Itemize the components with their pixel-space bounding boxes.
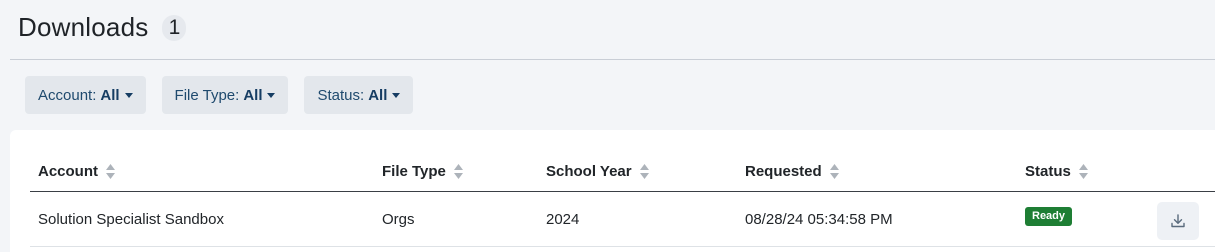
- account-filter-value: All: [100, 86, 120, 104]
- file-type-filter-value: All: [243, 86, 263, 104]
- header-divider: [10, 59, 1215, 60]
- file-type-filter-dropdown[interactable]: File Type: All: [161, 76, 289, 114]
- downloads-count-badge: 1: [162, 14, 187, 41]
- column-header-file-type[interactable]: File Type: [382, 163, 463, 180]
- status-filter-value: All: [368, 86, 388, 104]
- page-header: Downloads 1: [18, 12, 187, 43]
- caret-down-icon: [392, 92, 401, 98]
- downloads-table: Account File Type School Year Requested …: [30, 130, 1215, 247]
- table-header: Account File Type School Year Requested …: [30, 130, 1215, 192]
- download-button[interactable]: [1157, 202, 1199, 240]
- cell-requested: 08/28/24 05:34:58 PM: [745, 211, 893, 228]
- caret-down-icon: [124, 92, 133, 98]
- page-title: Downloads: [18, 12, 149, 42]
- cell-account: Solution Specialist Sandbox: [38, 211, 224, 228]
- sort-icon: [829, 164, 839, 179]
- sort-icon: [1078, 164, 1088, 179]
- download-icon: [1171, 214, 1185, 228]
- table-row: Solution Specialist Sandbox Orgs 2024 08…: [30, 192, 1215, 247]
- cell-file-type: Orgs: [382, 211, 415, 228]
- column-header-account[interactable]: Account: [38, 163, 115, 180]
- sort-icon: [106, 164, 115, 179]
- status-badge: Ready: [1025, 207, 1073, 226]
- column-header-school-year[interactable]: School Year: [546, 163, 649, 180]
- sort-icon: [639, 164, 649, 179]
- account-filter-label: Account:: [38, 86, 97, 104]
- sort-icon: [453, 164, 463, 179]
- column-header-requested[interactable]: Requested: [745, 163, 839, 180]
- column-header-status[interactable]: Status: [1025, 163, 1088, 180]
- caret-down-icon: [267, 92, 276, 98]
- status-filter-dropdown[interactable]: Status: All: [304, 76, 414, 114]
- file-type-filter-label: File Type:: [174, 86, 240, 104]
- status-filter-label: Status:: [317, 86, 365, 104]
- account-filter-dropdown[interactable]: Account: All: [25, 76, 146, 114]
- downloads-card: Account File Type School Year Requested …: [10, 130, 1215, 252]
- filter-bar: Account: All File Type: All Status: All: [25, 76, 414, 114]
- cell-school-year: 2024: [546, 211, 580, 228]
